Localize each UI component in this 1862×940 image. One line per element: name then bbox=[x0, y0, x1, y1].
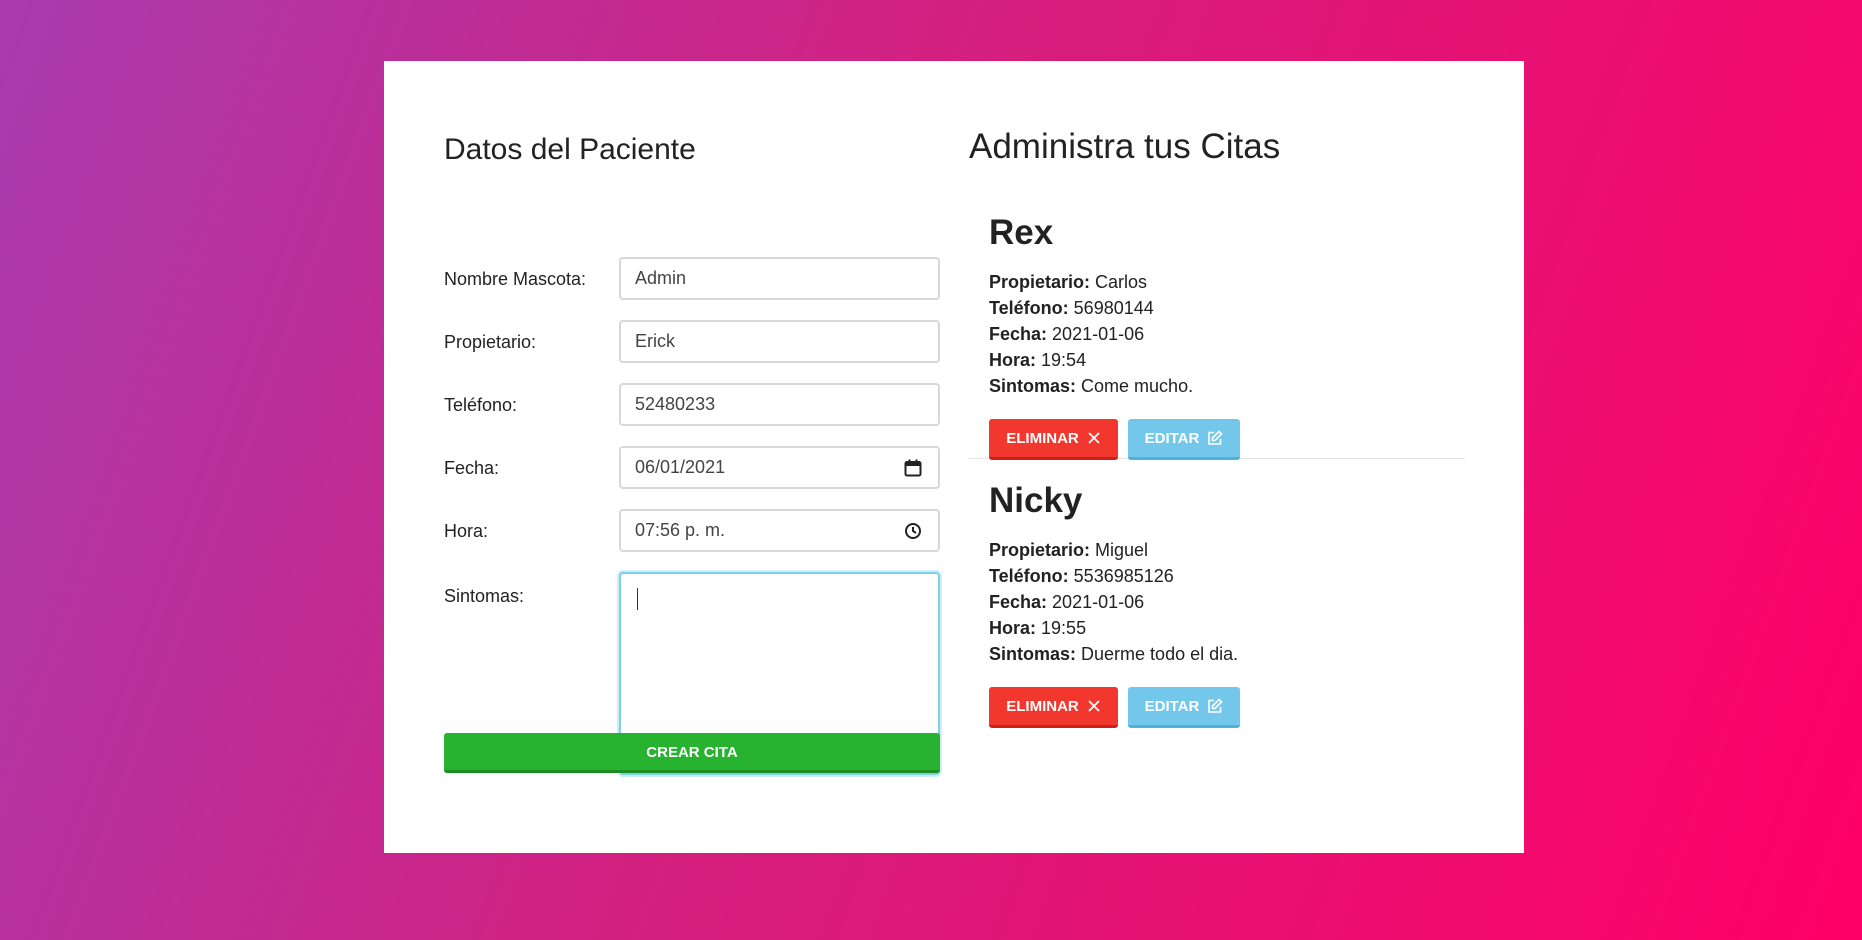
owner-label: Propietario: bbox=[444, 332, 537, 352]
owner-detail-label: Propietario: bbox=[989, 272, 1091, 292]
calendar-icon[interactable] bbox=[902, 457, 924, 479]
list-title: Administra tus Citas bbox=[969, 127, 1281, 166]
owner-detail-label: Propietario: bbox=[989, 540, 1091, 560]
owner-input[interactable]: Erick bbox=[619, 320, 940, 363]
edit-icon bbox=[1208, 698, 1223, 713]
date-input[interactable]: 06/01/2021 bbox=[619, 446, 940, 489]
symptoms-detail-value: Duerme todo el dia. bbox=[1081, 644, 1239, 664]
appointment-details: Propietario: Miguel Teléfono: 5536985126… bbox=[989, 537, 1465, 667]
date-detail: Fecha: 2021-01-06 bbox=[989, 321, 1465, 347]
delete-button[interactable]: Eliminar bbox=[989, 419, 1118, 460]
edit-button[interactable]: Editar bbox=[1128, 687, 1240, 728]
phone-input[interactable]: 52480233 bbox=[619, 383, 940, 426]
pet-name-row: Nombre Mascota: Admin bbox=[444, 257, 940, 320]
text-caret bbox=[637, 588, 638, 610]
owner-row: Propietario: Erick bbox=[444, 320, 940, 383]
date-row: Fecha: 06/01/2021 bbox=[444, 446, 940, 509]
time-label: Hora: bbox=[444, 521, 489, 541]
delete-button-label: Eliminar bbox=[1006, 697, 1079, 715]
time-value: 07:56 p. m. bbox=[635, 520, 726, 540]
symptoms-detail-value: Come mucho. bbox=[1081, 376, 1194, 396]
phone-detail-label: Teléfono: bbox=[989, 566, 1069, 586]
owner-detail: Propietario: Miguel bbox=[989, 537, 1465, 563]
owner-detail: Propietario: Carlos bbox=[989, 269, 1465, 295]
patient-form: Datos del Paciente Nombre Mascota: Admin… bbox=[444, 121, 940, 775]
pet-name-value: Admin bbox=[635, 268, 687, 288]
symptoms-detail: Sintomas: Duerme todo el dia. bbox=[989, 641, 1465, 667]
owner-detail-value: Miguel bbox=[1095, 540, 1149, 560]
form-title: Datos del Paciente bbox=[444, 133, 696, 166]
phone-value: 52480233 bbox=[635, 394, 716, 414]
time-detail-label: Hora: bbox=[989, 618, 1037, 638]
pet-name: Nicky bbox=[989, 481, 1083, 520]
pet-name: Rex bbox=[989, 213, 1054, 252]
create-appointment-button[interactable]: Crear Cita bbox=[444, 733, 940, 773]
time-input[interactable]: 07:56 p. m. bbox=[619, 509, 940, 552]
date-detail-label: Fecha: bbox=[989, 324, 1048, 344]
date-detail-value: 2021-01-06 bbox=[1052, 592, 1145, 612]
phone-detail-label: Teléfono: bbox=[989, 298, 1069, 318]
pet-name-input[interactable]: Admin bbox=[619, 257, 940, 300]
close-icon bbox=[1088, 432, 1100, 444]
edit-button-label: Editar bbox=[1144, 697, 1200, 715]
edit-icon bbox=[1208, 430, 1223, 445]
symptoms-detail: Sintomas: Come mucho. bbox=[989, 373, 1465, 399]
date-detail: Fecha: 2021-01-06 bbox=[989, 589, 1465, 615]
symptoms-row: Sintomas: bbox=[444, 572, 940, 775]
phone-label: Teléfono: bbox=[444, 395, 518, 415]
phone-detail: Teléfono: 56980144 bbox=[989, 295, 1465, 321]
appointment-details: Propietario: Carlos Teléfono: 56980144 F… bbox=[989, 269, 1465, 399]
time-detail-value: 19:55 bbox=[1041, 618, 1087, 638]
time-detail: Hora: 19:55 bbox=[989, 615, 1465, 641]
delete-button-label: Eliminar bbox=[1006, 429, 1079, 447]
date-detail-label: Fecha: bbox=[989, 592, 1048, 612]
date-value: 06/01/2021 bbox=[635, 457, 726, 477]
owner-detail-value: Carlos bbox=[1095, 272, 1148, 292]
date-label: Fecha: bbox=[444, 458, 500, 478]
phone-detail: Teléfono: 5536985126 bbox=[989, 563, 1465, 589]
date-detail-value: 2021-01-06 bbox=[1052, 324, 1145, 344]
owner-value: Erick bbox=[635, 331, 675, 351]
appointment-actions: Eliminar Editar bbox=[989, 419, 1465, 460]
symptoms-detail-label: Sintomas: bbox=[989, 376, 1077, 396]
edit-button-label: Editar bbox=[1144, 429, 1200, 447]
symptoms-label: Sintomas: bbox=[444, 586, 525, 606]
phone-detail-value: 5536985126 bbox=[1073, 566, 1174, 586]
close-icon bbox=[1088, 700, 1100, 712]
pet-name-label: Nombre Mascota: bbox=[444, 269, 587, 289]
time-detail: Hora: 19:54 bbox=[989, 347, 1465, 373]
phone-row: Teléfono: 52480233 bbox=[444, 383, 940, 446]
phone-detail-value: 56980144 bbox=[1073, 298, 1154, 318]
symptoms-detail-label: Sintomas: bbox=[989, 644, 1077, 664]
clock-icon[interactable] bbox=[902, 520, 924, 542]
time-row: Hora: 07:56 p. m. bbox=[444, 509, 940, 572]
appointment-card: Nicky Propietario: Miguel Teléfono: 5536… bbox=[969, 481, 1465, 728]
time-detail-label: Hora: bbox=[989, 350, 1037, 370]
appointments-list: Administra tus Citas Rex Propietario: Ca… bbox=[969, 121, 1465, 728]
edit-button[interactable]: Editar bbox=[1128, 419, 1240, 460]
delete-button[interactable]: Eliminar bbox=[989, 687, 1118, 728]
app-card: Datos del Paciente Nombre Mascota: Admin… bbox=[384, 61, 1524, 853]
appointment-actions: Eliminar Editar bbox=[989, 687, 1465, 728]
appointment-card: Rex Propietario: Carlos Teléfono: 569801… bbox=[969, 213, 1465, 460]
time-detail-value: 19:54 bbox=[1041, 350, 1087, 370]
